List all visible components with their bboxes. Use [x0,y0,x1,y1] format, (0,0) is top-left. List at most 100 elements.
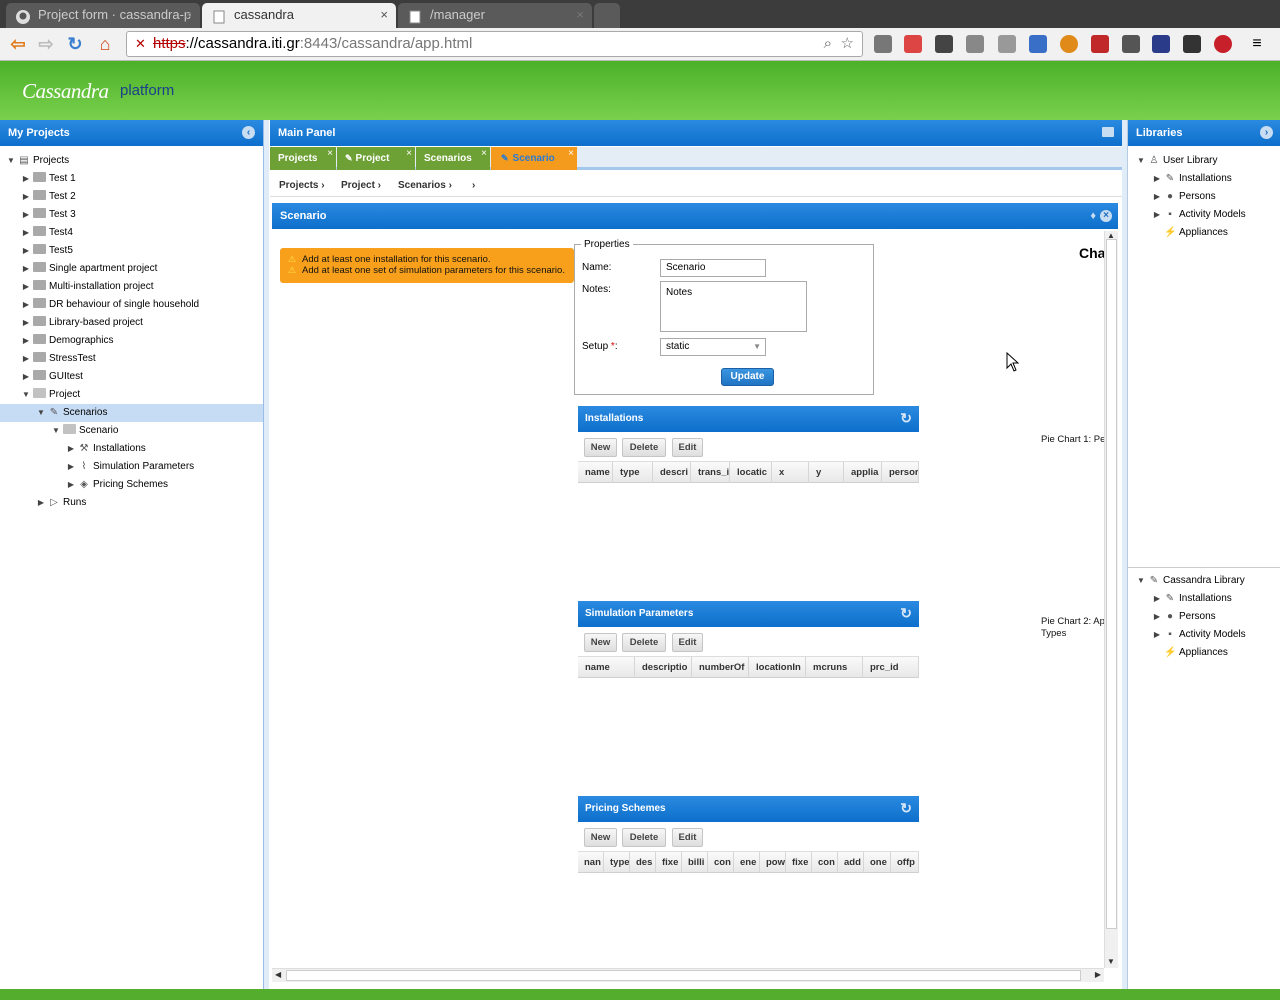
breadcrumb-projects[interactable]: Projects › [279,175,325,197]
update-button[interactable]: Update [721,368,774,386]
column-header[interactable]: add [838,852,864,873]
tree-project-library-based[interactable]: ▶ Library-based project [0,314,263,332]
collapsed-arrow-icon[interactable]: ▶ [21,368,31,386]
tree-node-simulation-parameters[interactable]: ▶ ⌇ Simulation Parameters [0,458,263,476]
column-header[interactable]: offp [891,852,919,873]
column-header[interactable]: locationIn [749,657,806,678]
tree-project-stresstest[interactable]: ▶ StressTest [0,350,263,368]
column-header[interactable]: ene [734,852,760,873]
close-tab-icon[interactable]: × [481,142,487,165]
breadcrumb-scenario[interactable]: › [472,175,475,197]
column-header[interactable]: type [613,462,653,483]
extension-icon[interactable] [1029,35,1047,53]
column-header[interactable]: fixe [786,852,812,873]
user_library-item[interactable]: ⚡ Appliances [1128,224,1280,242]
column-header[interactable]: locatic [730,462,772,483]
name-input[interactable]: Scenario [660,259,766,277]
expanded-arrow-icon[interactable]: ▼ [21,386,31,404]
scroll-down-icon[interactable]: ▼ [1107,957,1115,966]
search-icon[interactable]: ⌕ [824,32,832,56]
delete-button[interactable]: Delete [622,438,666,457]
tree-node-pricing-schemes[interactable]: ▶ ◈ Pricing Schemes [0,476,263,494]
user_library-item[interactable]: ▼ ♙ User Library [1128,152,1280,170]
new-button[interactable]: New [584,828,617,847]
collapsed-arrow-icon[interactable]: ▶ [1152,626,1162,644]
tree-project-test-1[interactable]: ▶ Test 1 [0,170,263,188]
browser-tab-github[interactable]: Project form · cassandra-p × [6,3,200,28]
user_library-item[interactable]: ▶ ▪ Activity Models [1128,206,1280,224]
tree-project-multi-installation[interactable]: ▶ Multi-installation project [0,278,263,296]
collapsed-arrow-icon[interactable]: ▶ [21,278,31,296]
close-tab-icon[interactable]: × [576,3,584,27]
collapsed-arrow-icon[interactable]: ▶ [21,170,31,188]
new-tab-button[interactable] [594,3,620,28]
close-tab-icon[interactable]: × [568,142,574,165]
column-header[interactable]: x [772,462,809,483]
extension-icon[interactable] [1060,35,1078,53]
expanded-arrow-icon[interactable]: ▼ [1136,572,1146,590]
pin-icon[interactable]: ♦ [1090,203,1096,229]
expanded-arrow-icon[interactable]: ▼ [1136,152,1146,170]
column-header[interactable]: y [809,462,844,483]
edit-button[interactable]: Edit [672,828,703,847]
maximize-icon[interactable] [1102,127,1114,137]
collapsed-arrow-icon[interactable]: ▶ [21,350,31,368]
column-header[interactable]: billi [682,852,708,873]
extension-icon[interactable] [966,35,984,53]
google-plus-icon[interactable] [904,35,922,53]
pinterest-icon[interactable] [1214,35,1232,53]
new-button[interactable]: New [584,633,617,652]
collapsed-arrow-icon[interactable]: ▶ [1152,206,1162,224]
collapse-left-icon[interactable]: ‹ [242,126,255,139]
collapsed-arrow-icon[interactable]: ▶ [21,224,31,242]
collapsed-arrow-icon[interactable]: ▶ [1152,590,1162,608]
address-bar[interactable]: ✕ https://cassandra.iti.gr:8443/cassandr… [126,31,863,57]
column-header[interactable]: applia [844,462,882,483]
tab-scenario[interactable]: ✎ Scenario × [491,147,577,170]
edit-button[interactable]: Edit [672,633,703,652]
refresh-icon[interactable]: ↻ [900,801,912,815]
cassandra_library-item[interactable]: ▶ ✎ Installations [1128,590,1280,608]
browser-tab-cassandra[interactable]: cassandra × [202,3,396,28]
tree-project-single-apartment[interactable]: ▶ Single apartment project [0,260,263,278]
tab-project[interactable]: ✎ Project × [337,147,415,170]
tree-node-scenario[interactable]: ▼ Scenario [0,422,263,440]
collapsed-arrow-icon[interactable]: ▶ [21,332,31,350]
reload-icon[interactable]: ↻ [64,34,86,54]
collapsed-arrow-icon[interactable]: ▶ [21,206,31,224]
collapsed-arrow-icon[interactable]: ▶ [21,188,31,206]
delete-button[interactable]: Delete [622,828,666,847]
column-header[interactable]: con [812,852,838,873]
collapse-right-icon[interactable]: › [1260,126,1273,139]
notes-textarea[interactable]: Notes [660,281,807,332]
column-header[interactable]: numberOf [692,657,749,678]
column-header[interactable]: descri [653,462,691,483]
tab-projects[interactable]: Projects × [270,147,336,170]
cassandra_library-item[interactable]: ▶ ● Persons [1128,608,1280,626]
collapsed-arrow-icon[interactable]: ▶ [21,296,31,314]
delete-button[interactable]: Delete [622,633,666,652]
column-header[interactable]: name [578,462,613,483]
column-header[interactable]: trans_i [691,462,730,483]
pocket-icon[interactable] [1183,35,1201,53]
close-tab-icon[interactable]: × [380,3,388,27]
extension-icon[interactable] [1091,35,1109,53]
breadcrumb-project[interactable]: Project › [341,175,381,197]
close-icon[interactable]: × [1100,210,1112,222]
scroll-right-icon[interactable]: ▶ [1095,970,1101,979]
tree-project-guitest[interactable]: ▶ GUItest [0,368,263,386]
browser-tab-manager[interactable]: /manager × [398,3,592,28]
chevron-down-icon[interactable]: ▼ [753,339,761,355]
collapsed-arrow-icon[interactable]: ▶ [36,494,46,512]
expanded-arrow-icon[interactable]: ▼ [51,422,61,440]
eyedropper-icon[interactable] [998,35,1016,53]
tree-node-scenarios[interactable]: ▼ ✎ Scenarios [0,404,263,422]
bookmark-star-icon[interactable]: ☆ [841,32,854,56]
collapsed-arrow-icon[interactable]: ▶ [66,476,76,494]
scroll-thumb[interactable] [286,970,1081,981]
collapsed-arrow-icon[interactable]: ▶ [21,260,31,278]
collapsed-arrow-icon[interactable]: ▶ [66,458,76,476]
menu-icon[interactable]: ≡ [1248,35,1266,53]
column-header[interactable]: persor [882,462,919,483]
tree-project-test-2[interactable]: ▶ Test 2 [0,188,263,206]
